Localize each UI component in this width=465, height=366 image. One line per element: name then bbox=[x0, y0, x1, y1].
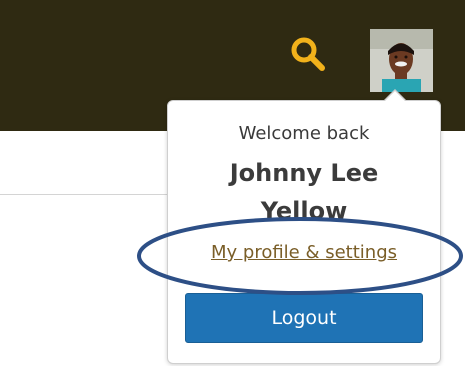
user-avatar-button[interactable] bbox=[370, 29, 433, 92]
avatar-icon bbox=[370, 29, 433, 92]
welcome-message: Welcome back bbox=[238, 123, 370, 144]
content-divider bbox=[0, 194, 168, 195]
user-name: Johnny Lee Yellow bbox=[229, 159, 379, 225]
search-icon bbox=[291, 37, 325, 71]
search-button[interactable] bbox=[288, 34, 328, 74]
profile-settings-link[interactable]: My profile & settings bbox=[167, 242, 441, 263]
logout-button[interactable]: Logout bbox=[185, 293, 423, 343]
dropdown-caret-fill bbox=[384, 91, 406, 102]
